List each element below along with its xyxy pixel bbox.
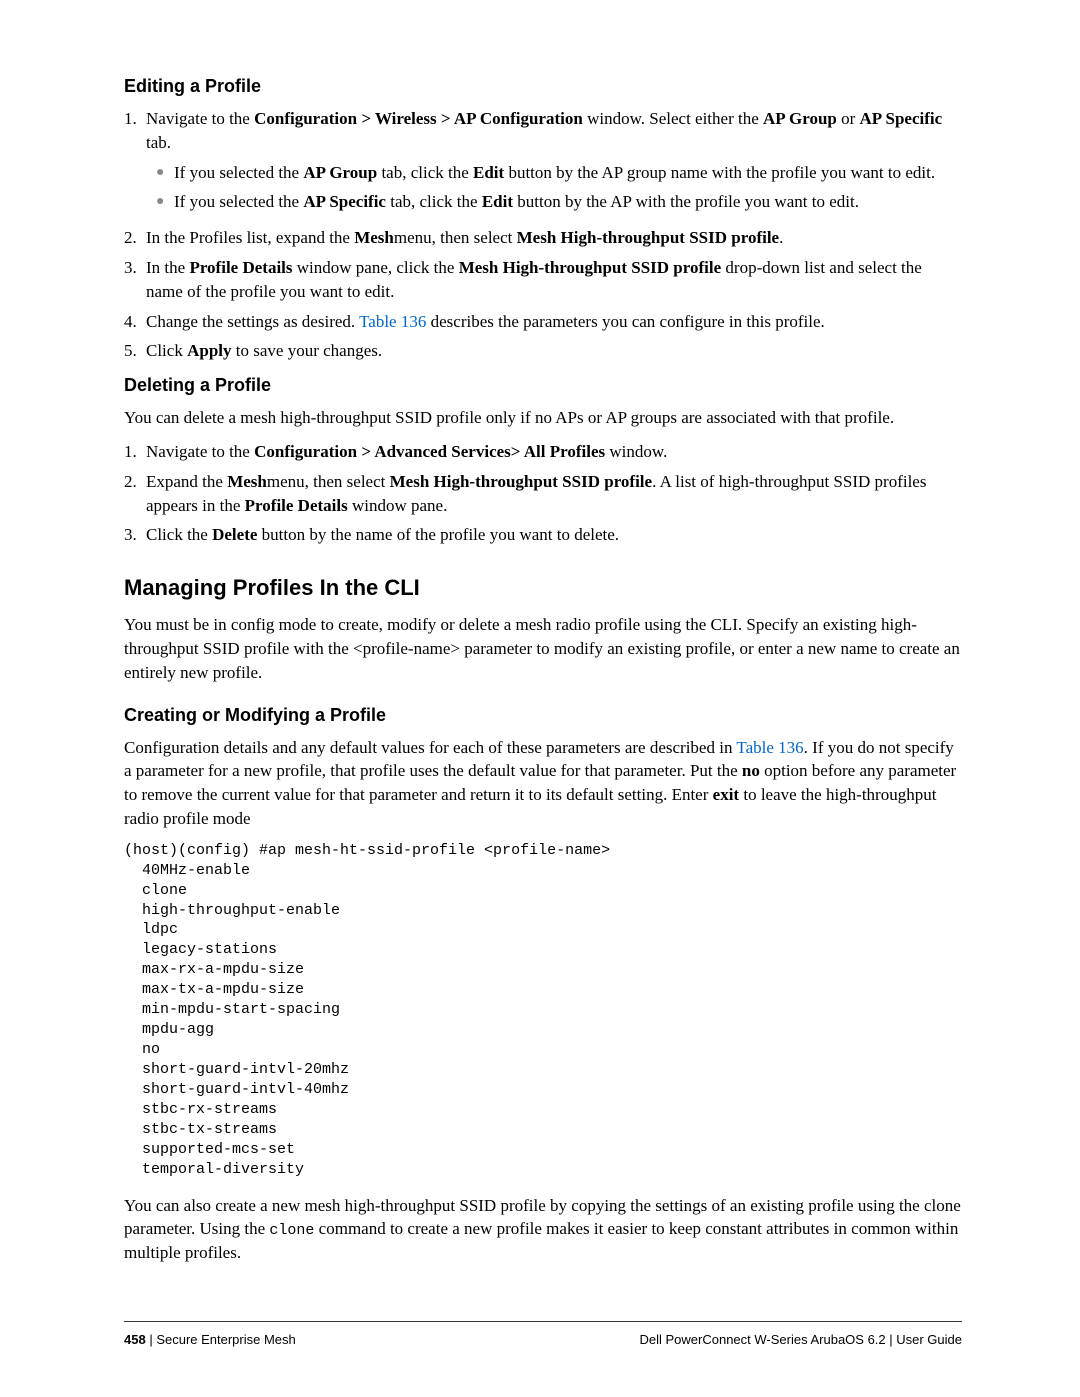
step-number: 1. [124, 107, 146, 220]
footer-divider [124, 1321, 962, 1322]
page-footer: 458 | Secure Enterprise Mesh Dell PowerC… [0, 1321, 1080, 1347]
creating-outro: You can also create a new mesh high-thro… [124, 1194, 962, 1266]
deleting-steps: 1. Navigate to the Configuration > Advan… [124, 440, 962, 547]
page-content: Editing a Profile 1. Navigate to the Con… [0, 0, 1080, 1265]
list-item: 4. Change the settings as desired. Table… [124, 310, 962, 334]
list-item: 2. Expand the Meshmenu, then select Mesh… [124, 470, 962, 518]
bullet-icon: ● [146, 161, 174, 185]
table-link[interactable]: Table 136 [736, 738, 803, 757]
list-item: 3. Click the Delete button by the name o… [124, 523, 962, 547]
sub-list: ● If you selected the AP Group tab, clic… [146, 161, 962, 215]
list-item: 1. Navigate to the Configuration > Wirel… [124, 107, 962, 220]
heading-editing-profile: Editing a Profile [124, 76, 962, 97]
list-item: 5. Click Apply to save your changes. [124, 339, 962, 363]
bullet-icon: ● [146, 190, 174, 214]
step-number: 3. [124, 256, 146, 304]
heading-managing-cli: Managing Profiles In the CLI [124, 575, 962, 601]
heading-deleting-profile: Deleting a Profile [124, 375, 962, 396]
deleting-intro: You can delete a mesh high-throughput SS… [124, 406, 962, 430]
chapter-name: Secure Enterprise Mesh [156, 1332, 295, 1347]
list-item: 3. In the Profile Details window pane, c… [124, 256, 962, 304]
heading-creating-modifying: Creating or Modifying a Profile [124, 705, 962, 726]
table-link[interactable]: Table 136 [359, 312, 426, 331]
inline-code: clone [269, 1222, 314, 1239]
managing-intro: You must be in config mode to create, mo… [124, 613, 962, 684]
list-item: ● If you selected the AP Group tab, clic… [146, 161, 962, 185]
footer-right: Dell PowerConnect W-Series ArubaOS 6.2 |… [640, 1332, 963, 1347]
step-number: 2. [124, 470, 146, 518]
creating-intro: Configuration details and any default va… [124, 736, 962, 831]
step-number: 2. [124, 226, 146, 250]
footer-left: 458 | Secure Enterprise Mesh [124, 1332, 296, 1347]
cli-code-block: (host)(config) #ap mesh-ht-ssid-profile … [124, 841, 962, 1180]
editing-steps: 1. Navigate to the Configuration > Wirel… [124, 107, 962, 363]
list-item: 2. In the Profiles list, expand the Mesh… [124, 226, 962, 250]
list-item: 1. Navigate to the Configuration > Advan… [124, 440, 962, 464]
step-number: 1. [124, 440, 146, 464]
step-number: 3. [124, 523, 146, 547]
page-number: 458 [124, 1332, 146, 1347]
step-number: 5. [124, 339, 146, 363]
step-number: 4. [124, 310, 146, 334]
list-item: ● If you selected the AP Specific tab, c… [146, 190, 962, 214]
step-content: Navigate to the Configuration > Wireless… [146, 107, 962, 220]
